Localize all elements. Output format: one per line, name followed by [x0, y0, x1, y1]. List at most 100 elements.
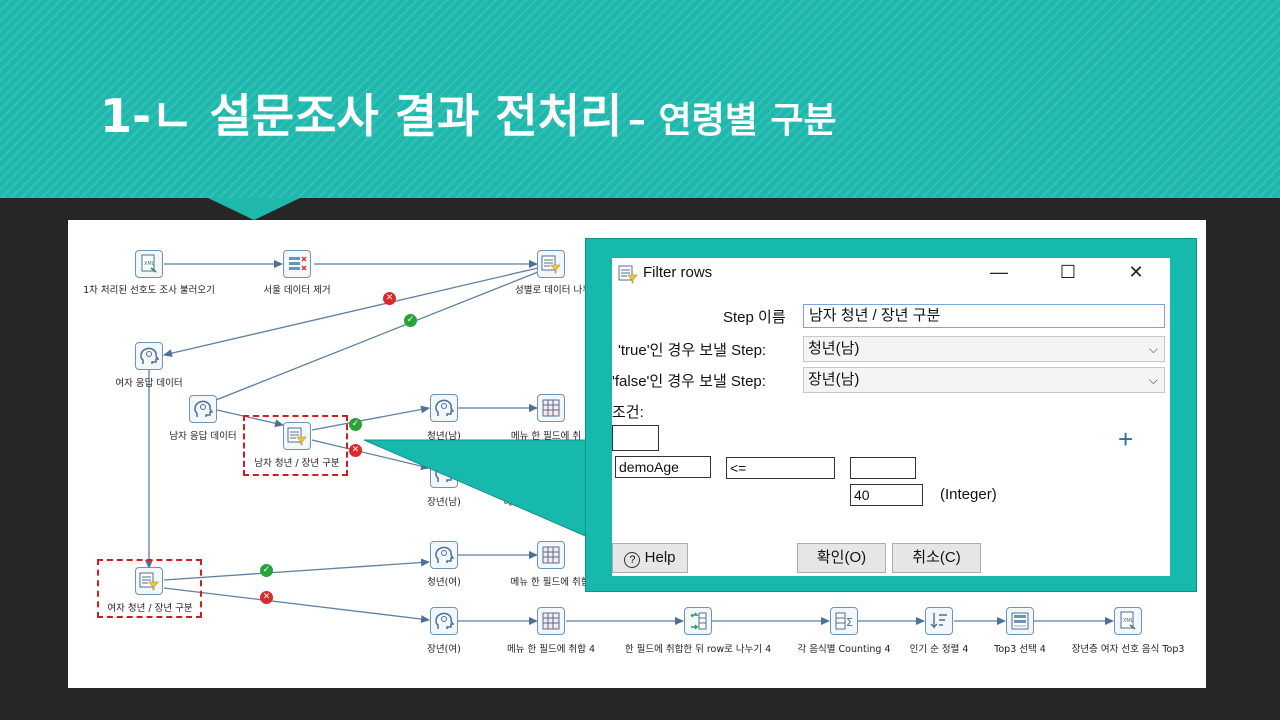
condition-compare-field[interactable]	[850, 457, 916, 479]
sort-rows-icon	[930, 613, 947, 629]
true-step-value: 청년(남)	[808, 340, 860, 357]
filter-rows-icon	[139, 572, 159, 591]
hop-true-icon: ✓	[260, 564, 273, 577]
step-male-data[interactable]	[189, 395, 217, 423]
step-load-label: 1차 처리된 선호도 조사 불러오기	[83, 285, 215, 296]
svg-text:XML: XML	[1123, 618, 1134, 624]
step-female-young[interactable]	[430, 541, 458, 569]
delete-rows-icon	[289, 256, 307, 271]
step-f-old-top3-label: Top3 선택 4	[994, 644, 1046, 655]
step-f-old-split-rows-label: 한 필드에 취합한 뒤 row로 나누기 4	[624, 644, 772, 655]
head-gear-icon	[435, 546, 454, 563]
filter-rows-icon	[618, 265, 638, 284]
step-male-menu-label: 메뉴 한 필드에 취	[510, 431, 582, 442]
step-f-old-output-label: 장년층 여자 선호 음식 Top3	[1071, 644, 1185, 655]
condition-value[interactable]: 40	[850, 484, 923, 506]
step-f-old-top3[interactable]	[1006, 607, 1034, 635]
step-male-menu[interactable]	[537, 394, 565, 422]
condition-negate-box[interactable]	[612, 425, 659, 451]
help-icon: ?	[624, 552, 641, 568]
step-female-split[interactable]	[135, 567, 163, 595]
step-female-data[interactable]	[135, 342, 163, 370]
minimize-button[interactable]: —	[984, 260, 1014, 284]
step-f-old-sort[interactable]	[925, 607, 953, 635]
slide-title: 1-ㄴ 설문조사 결과 전처리 – 연령별 구분	[100, 80, 837, 146]
slide-title-main: 1-ㄴ 설문조사 결과 전처리	[100, 89, 623, 143]
split-rows-icon	[690, 612, 707, 630]
grid-table-icon	[542, 399, 560, 417]
step-female-old-label: 장년(여)	[427, 644, 461, 655]
step-female-data-label: 여자 응답 데이터	[115, 378, 183, 389]
step-f-old-output[interactable]: XML	[1114, 607, 1142, 635]
svg-text:XML: XML	[144, 261, 155, 267]
step-female-split-label: 여자 청년 / 장년 구분	[107, 603, 193, 614]
hop-false-icon: ✕	[349, 444, 362, 457]
head-gear-icon	[435, 465, 454, 482]
cancel-button[interactable]: 취소(C)	[892, 543, 981, 573]
hop-fail-icon: ✕	[383, 292, 396, 305]
step-remove-insincere-label: 서울 데이터 제거	[263, 285, 331, 296]
chevron-down-icon: ⌵	[1148, 342, 1158, 356]
help-button[interactable]: ? Help	[612, 543, 688, 573]
step-load-input[interactable]: XML	[135, 250, 163, 278]
step-female-young-menu[interactable]	[537, 541, 565, 569]
filter-rows-icon	[541, 255, 561, 274]
condition-type: (Integer)	[940, 486, 997, 503]
svg-text:Σ: Σ	[846, 616, 853, 629]
step-female-old[interactable]	[430, 607, 458, 635]
head-gear-icon	[435, 612, 454, 629]
slide-title-sub: – 연령별 구분	[627, 100, 837, 141]
true-step-select[interactable]: 청년(남) ⌵	[803, 336, 1165, 362]
head-gear-icon	[194, 400, 213, 417]
add-condition-icon[interactable]: +	[1118, 426, 1133, 452]
filter-rows-dialog: Filter rows — ☐ ✕ Step 이름 남자 청년 / 장년 구분 …	[612, 258, 1170, 576]
false-step-label: 'false'인 경우 보낼 Step:	[612, 373, 766, 390]
filter-rows-icon	[287, 427, 307, 446]
ok-button[interactable]: 확인(O)	[797, 543, 886, 573]
group-by-icon: Σ	[835, 612, 853, 630]
chevron-down-icon: ⌵	[1148, 373, 1158, 387]
false-step-value: 장년(남)	[808, 371, 860, 388]
step-f-old-sort-label: 인기 순 정렬 4	[909, 644, 969, 655]
head-gear-icon	[140, 347, 159, 364]
banner-notch	[208, 198, 300, 220]
select-rows-icon	[1011, 612, 1029, 630]
dialog-title: Filter rows	[643, 264, 713, 281]
grid-table-icon	[542, 612, 560, 630]
help-label: Help	[644, 549, 676, 566]
step-female-young-menu-label: 메뉴 한 필드에 취합	[510, 577, 590, 588]
step-male-young[interactable]	[430, 394, 458, 422]
maximize-button[interactable]: ☐	[1053, 260, 1083, 284]
condition-label: 조건:	[612, 404, 644, 421]
xml-input-icon: XML	[141, 254, 157, 273]
step-name-input[interactable]: 남자 청년 / 장년 구분	[803, 304, 1165, 328]
step-male-old[interactable]	[430, 460, 458, 488]
grid-table-icon	[542, 546, 560, 564]
step-name-label: Step 이름	[723, 309, 786, 326]
step-f-old-count[interactable]: Σ	[830, 607, 858, 635]
hop-true-icon: ✓	[349, 418, 362, 431]
close-button[interactable]: ✕	[1121, 260, 1151, 284]
false-step-select[interactable]: 장년(남) ⌵	[803, 367, 1165, 393]
step-male-split-label: 남자 청년 / 장년 구분	[254, 458, 340, 469]
step-split-gender-label: 성별로 데이터 나누	[515, 285, 591, 296]
hop-false-icon: ✕	[260, 591, 273, 604]
step-male-old-menu-label: 메	[503, 497, 513, 508]
step-male-split[interactable]	[283, 422, 311, 450]
step-split-gender[interactable]	[537, 250, 565, 278]
step-male-young-label: 청년(남)	[427, 431, 461, 442]
step-remove-insincere[interactable]	[283, 250, 311, 278]
true-step-label: 'true'인 경우 보낼 Step:	[618, 342, 767, 359]
step-f-old-count-label: 각 음식별 Counting 4	[797, 644, 891, 655]
head-gear-icon	[435, 399, 454, 416]
step-f-old-split-rows[interactable]	[684, 607, 712, 635]
step-female-young-label: 청년(여)	[427, 577, 461, 588]
step-f-old-merge[interactable]	[537, 607, 565, 635]
step-male-old-label: 장년(남)	[427, 497, 461, 508]
step-male-data-label: 남자 응답 데이터	[169, 431, 237, 442]
xml-output-icon: XML	[1120, 611, 1136, 630]
hop-ok-icon: ✓	[404, 314, 417, 327]
condition-operator[interactable]: <=	[726, 457, 835, 479]
condition-field[interactable]: demoAge	[615, 456, 711, 478]
step-f-old-merge-label: 메뉴 한 필드에 취합 4	[506, 644, 596, 655]
